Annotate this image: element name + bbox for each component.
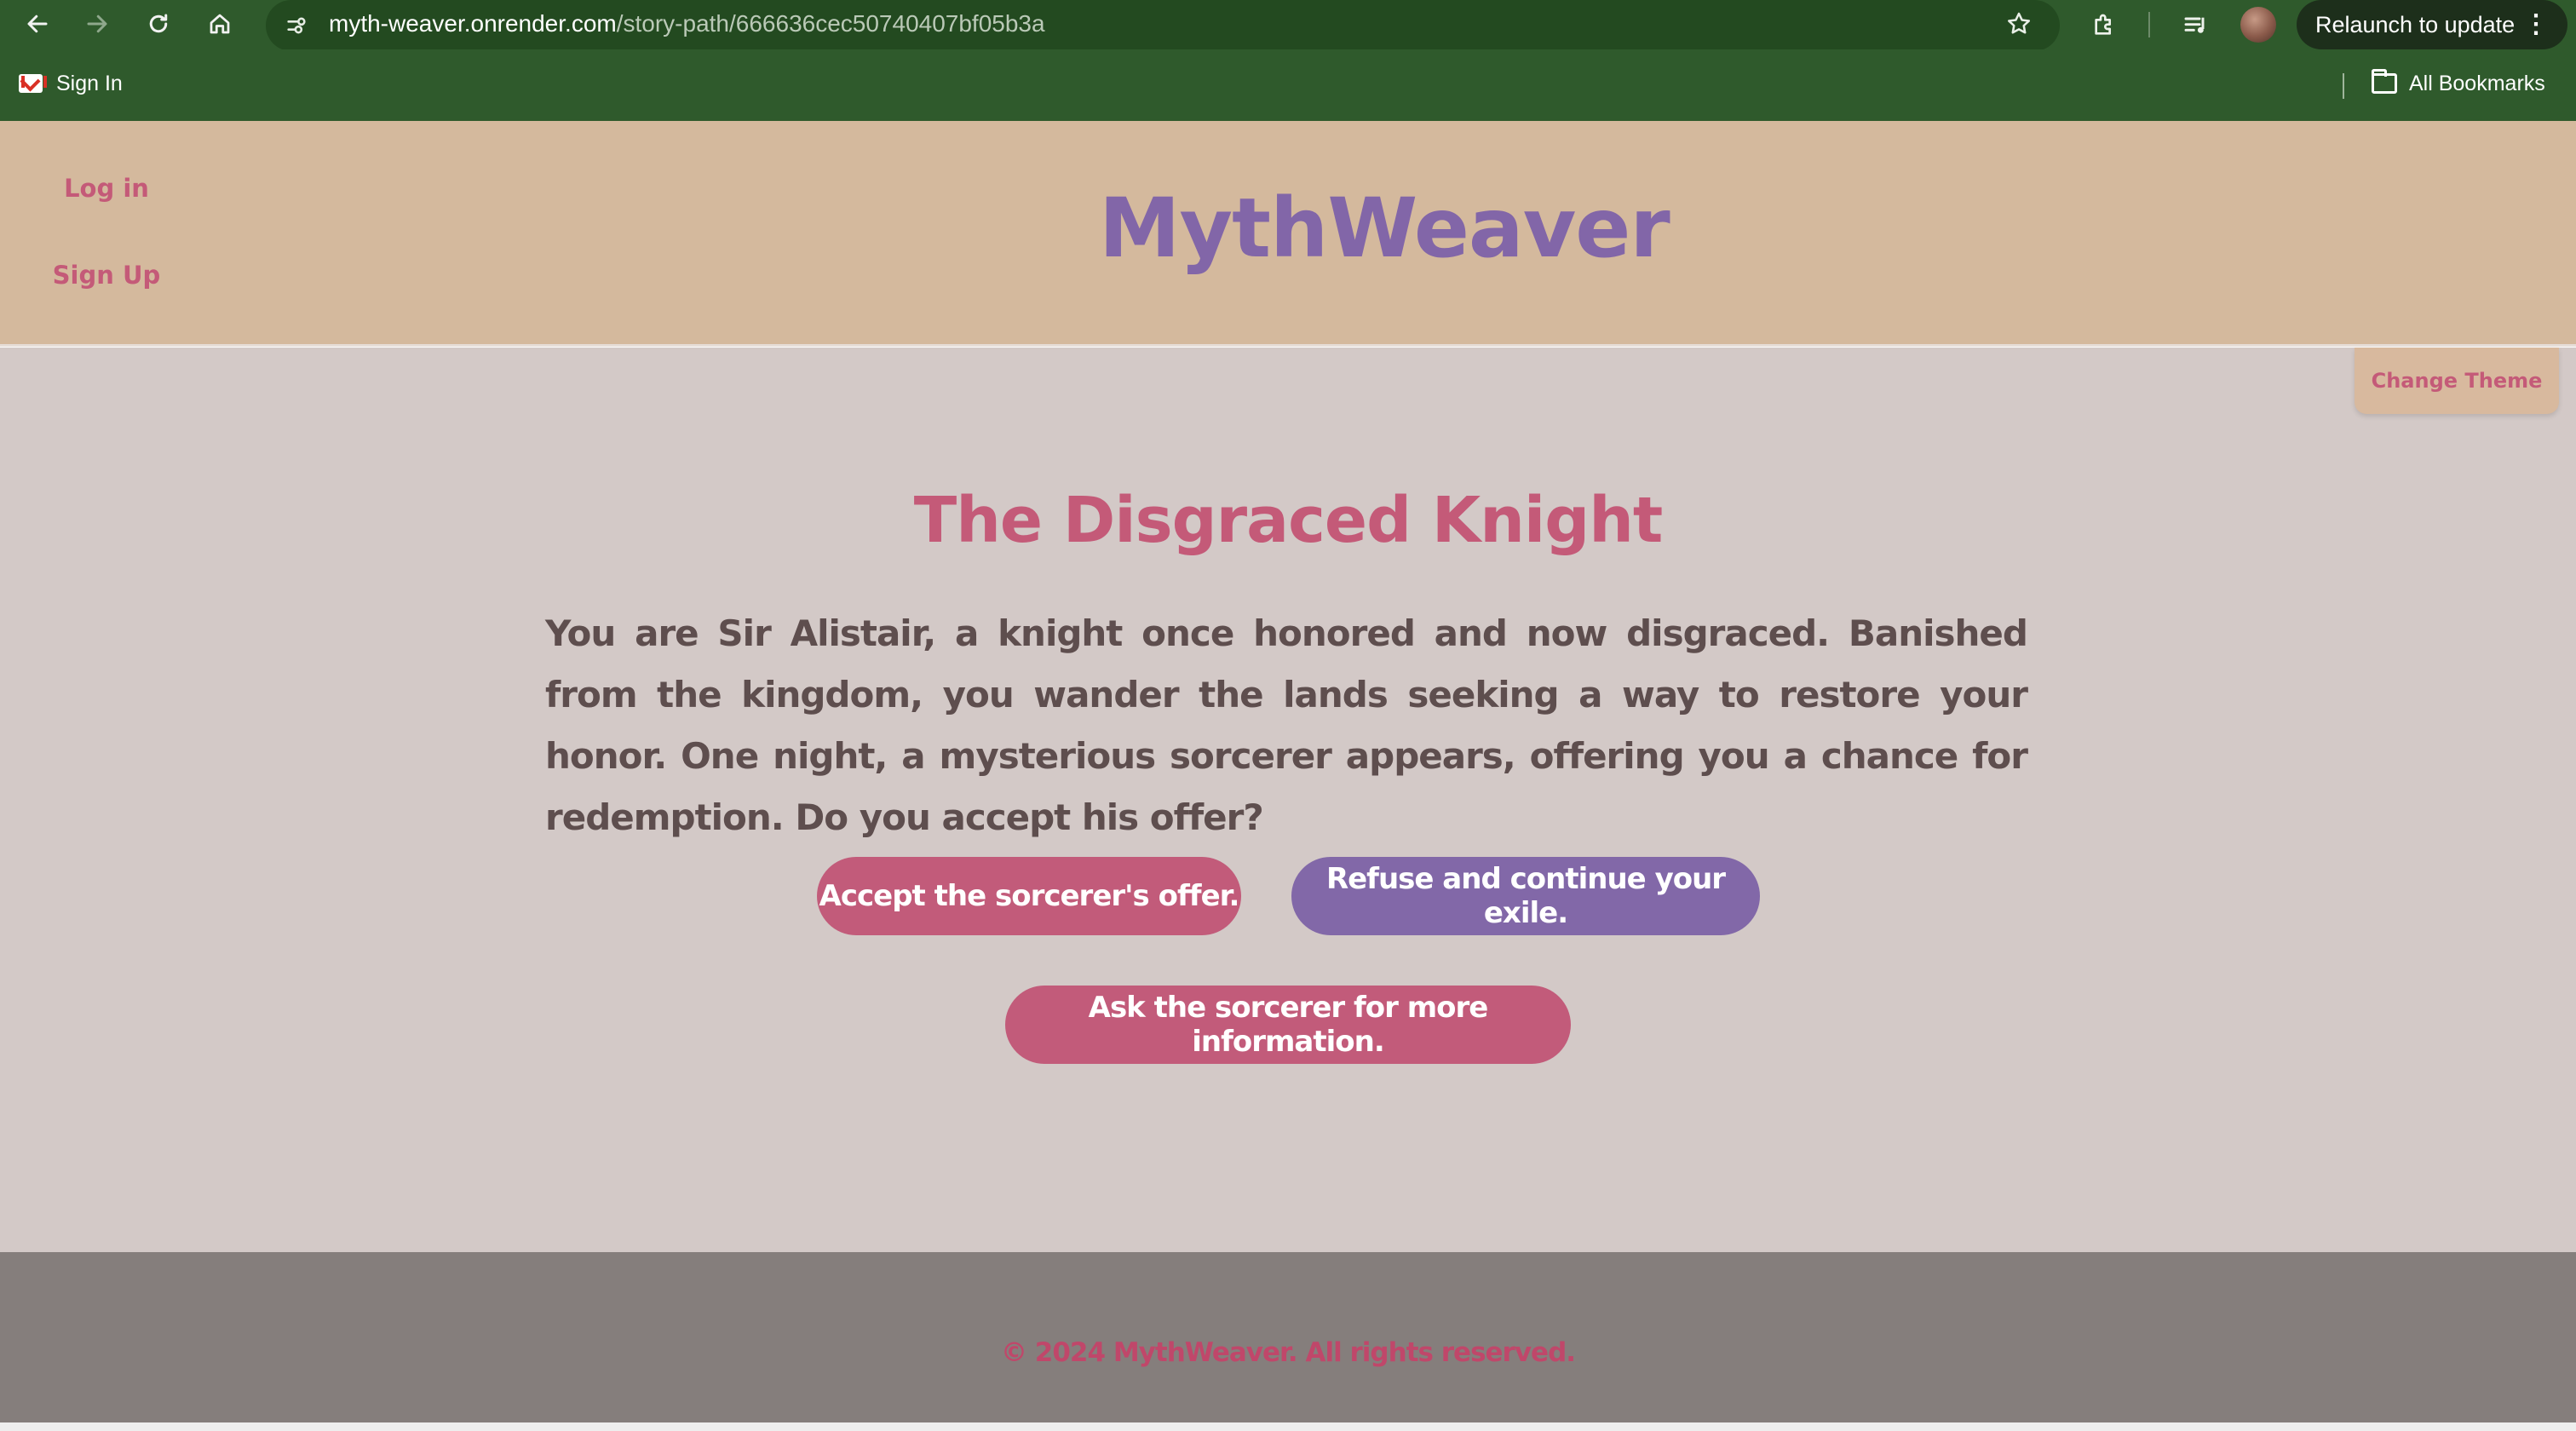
choice-refuse-button[interactable]: Refuse and continue your exile. [1291, 857, 1760, 935]
site-header: Log in Sign Up MythWeaver [0, 121, 2576, 347]
address-bar[interactable]: myth-weaver.onrender.com/story-path/6666… [266, 0, 2060, 51]
all-bookmarks-button[interactable]: All Bookmarks [2372, 65, 2545, 102]
site-footer: © 2024 MythWeaver. All rights reserved. [0, 1252, 2576, 1422]
login-link[interactable]: Log in [34, 174, 179, 203]
forward-icon[interactable] [78, 5, 116, 43]
extensions-icon[interactable] [2085, 7, 2123, 44]
browser-toolbar: myth-weaver.onrender.com/story-path/6666… [0, 0, 2576, 51]
gmail-icon [19, 74, 47, 93]
choice-accept-button[interactable]: Accept the sorcerer's offer. [817, 857, 1241, 935]
signup-link[interactable]: Sign Up [34, 261, 179, 290]
star-icon[interactable] [2002, 7, 2036, 41]
relaunch-label: Relaunch to update [2315, 11, 2516, 37]
more-icon[interactable]: ⋮ [2523, 0, 2549, 49]
footer-copyright: © 2024 MythWeaver. All rights reserved. [1000, 1337, 1576, 1368]
home-icon[interactable] [201, 5, 239, 43]
profile-avatar[interactable] [2240, 7, 2276, 43]
media-icon[interactable] [2177, 7, 2215, 44]
story-text: You are Sir Alistair, a knight once hono… [545, 612, 2028, 838]
bookmark-sign-in-label: Sign In [56, 71, 123, 95]
url-text[interactable]: myth-weaver.onrender.com/story-path/6666… [329, 0, 1045, 48]
all-bookmarks-label: All Bookmarks [2409, 71, 2545, 95]
folder-icon [2372, 69, 2397, 94]
relaunch-button[interactable]: Relaunch to update ⋮ [2297, 0, 2567, 49]
back-icon[interactable] [19, 5, 56, 43]
story-title: The Disgraced Knight [913, 484, 1664, 557]
bookmarks-divider [2343, 73, 2344, 99]
url-host: myth-weaver.onrender.com [329, 10, 617, 37]
reload-icon[interactable] [140, 5, 177, 43]
choice-ask-info-button[interactable]: Ask the sorcerer for more information. [1005, 986, 1571, 1064]
site-logo-title[interactable]: MythWeaver [1099, 181, 1670, 276]
toolbar-divider [2148, 12, 2150, 37]
bookmark-sign-in[interactable]: Sign In [19, 65, 123, 102]
bookmarks-bar: Sign In All Bookmarks [0, 49, 2576, 121]
story-section: Change Theme The Disgraced Knight You ar… [0, 348, 2576, 1252]
site-info-icon[interactable] [281, 10, 312, 41]
url-path: /story-path/666636cec50740407bf05b3a [616, 10, 1045, 37]
change-theme-button[interactable]: Change Theme [2355, 348, 2559, 414]
window-bottom-edge [0, 1422, 2576, 1431]
